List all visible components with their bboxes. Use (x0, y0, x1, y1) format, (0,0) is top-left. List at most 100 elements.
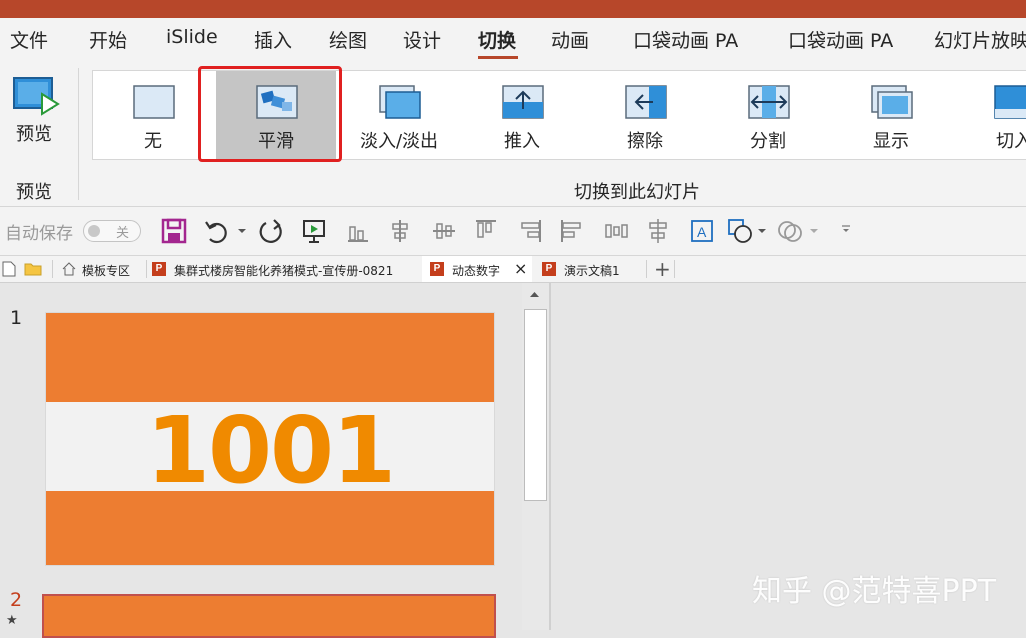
transition-push[interactable]: 推入 (462, 71, 582, 159)
reveal-icon (871, 85, 913, 119)
scroll-up-button[interactable] (524, 285, 545, 305)
home-icon (62, 262, 76, 276)
plus-icon: + (654, 257, 671, 281)
tab-slideshow[interactable]: 幻灯片放映 (934, 26, 1026, 53)
transition-fade[interactable]: 淡入/淡出 (339, 71, 459, 159)
tab-design[interactable]: 设计 (403, 26, 441, 53)
transitions-group-label: 切换到此幻灯片 (574, 182, 700, 203)
wipe-icon (625, 85, 667, 119)
powerpoint-icon: P (152, 262, 166, 276)
watermark: 知乎 @范特喜PPT (752, 574, 997, 609)
chevron-down-icon[interactable] (804, 217, 832, 245)
undo-icon[interactable] (202, 217, 230, 245)
align-top-icon[interactable] (472, 217, 500, 245)
push-icon (502, 85, 544, 119)
chevron-down-icon[interactable] (232, 217, 260, 245)
slide-thumbnail-2[interactable] (42, 594, 496, 638)
toggle-state-label: 关 (116, 226, 130, 241)
tab-separator (646, 260, 647, 278)
transition-label: 无 (144, 131, 162, 152)
tab-label: 模板专区 (82, 264, 131, 278)
preview-group-label: 预览 (16, 182, 52, 203)
tab-label: 集群式楼房智能化养猪模式-宣传册-0821 (174, 264, 394, 278)
transition-split[interactable]: 分割 (708, 71, 828, 159)
tab-pocket-animation-1[interactable]: 口袋动画 PA (633, 26, 738, 53)
document-tabs: 模板专区 P 集群式楼房智能化养猪模式-宣传册-0821 P 动态数字 × P … (0, 256, 1026, 283)
animation-star-icon: ★ (6, 613, 18, 628)
powerpoint-icon: P (542, 262, 556, 276)
ribbon-tabs: 文件 开始 iSlide 插入 绘图 设计 切换 动画 口袋动画 PA 口袋动画… (0, 18, 1026, 62)
preview-button[interactable]: 预览 预览 (0, 62, 78, 206)
scroll-thumb[interactable] (524, 309, 547, 501)
active-tab-indicator (478, 56, 518, 59)
shapes-icon[interactable] (726, 217, 754, 245)
transition-label: 淡入/淡出 (359, 131, 439, 152)
start-slideshow-icon[interactable] (300, 217, 328, 245)
slide-thumbnail-1[interactable]: 1001 (45, 312, 495, 566)
text-box-icon[interactable]: A (688, 217, 716, 245)
new-document-icon[interactable] (2, 261, 16, 277)
autosave-toggle[interactable]: 关 (83, 220, 141, 242)
slide-number: 2 (10, 589, 23, 611)
redo-icon[interactable] (258, 217, 286, 245)
customize-toolbar-icon[interactable] (834, 217, 862, 245)
group-divider (78, 68, 79, 200)
align-bottom-icon[interactable] (344, 217, 372, 245)
tab-label: 演示文稿1 (564, 264, 620, 278)
tab-document-active[interactable]: P 动态数字 × (422, 256, 532, 282)
preview-label: 预览 (16, 124, 52, 145)
tab-islide[interactable]: iSlide (166, 26, 218, 48)
transition-label: 切入 (996, 131, 1026, 152)
tab-label: 动态数字 (452, 264, 501, 278)
tab-separator (146, 260, 147, 278)
align-right-icon[interactable] (516, 217, 544, 245)
distribute-horizontal-icon[interactable] (602, 217, 630, 245)
tab-separator (52, 260, 53, 278)
slide-number-text: 1001 (145, 397, 396, 504)
transition-label: 分割 (750, 131, 786, 152)
tab-draw[interactable]: 绘图 (329, 26, 367, 53)
tab-file[interactable]: 文件 (10, 26, 48, 53)
merge-shapes-icon[interactable] (776, 217, 804, 245)
new-tab-button[interactable]: + (650, 256, 674, 282)
tab-templates[interactable]: 模板专区 (60, 256, 146, 282)
quick-access-toolbar: 自动保存 关 A (0, 207, 1026, 256)
slide-thumbnails-pane: 1 1001 2 ★ (0, 283, 522, 638)
align-middle-icon[interactable] (430, 217, 458, 245)
blank-slide-icon (133, 85, 175, 119)
align-left-icon[interactable] (558, 217, 586, 245)
transition-wipe[interactable]: 擦除 (585, 71, 705, 159)
svg-text:A: A (697, 224, 707, 240)
slide-number: 1 (10, 307, 23, 329)
tab-document[interactable]: P 集群式楼房智能化养猪模式-宣传册-0821 (150, 256, 420, 282)
preview-icon (12, 76, 60, 120)
autosave-label: 自动保存 (5, 224, 73, 244)
split-icon (748, 85, 790, 119)
fade-icon (379, 85, 421, 119)
transition-reveal[interactable]: 显示 (831, 71, 951, 159)
tab-document[interactable]: P 演示文稿1 (536, 256, 646, 282)
ribbon: 预览 预览 无 平滑 淡入/淡出 推入 擦除 分割 显示 切入 切换到此幻灯片 (0, 62, 1026, 207)
thumbnails-scrollbar[interactable] (522, 283, 549, 630)
close-icon[interactable]: × (514, 259, 527, 278)
tab-home[interactable]: 开始 (89, 26, 127, 53)
chevron-up-icon (530, 292, 539, 297)
save-icon[interactable] (160, 217, 188, 245)
tab-separator (674, 260, 675, 278)
tab-pocket-animation-2[interactable]: 口袋动画 PA (788, 26, 893, 53)
distribute-vertical-icon[interactable] (644, 217, 672, 245)
transition-label: 擦除 (627, 131, 663, 152)
transition-label: 推入 (504, 131, 540, 152)
tab-animations[interactable]: 动画 (551, 26, 589, 53)
transition-cut[interactable]: 切入 (954, 71, 1026, 159)
transition-none[interactable]: 无 (93, 71, 213, 159)
tab-insert[interactable]: 插入 (254, 26, 292, 53)
transition-label: 显示 (873, 131, 909, 152)
tab-transitions[interactable]: 切换 (478, 26, 516, 53)
powerpoint-icon: P (430, 262, 444, 276)
selection-highlight-box (198, 66, 342, 162)
folder-icon[interactable] (24, 262, 42, 276)
cut-icon (994, 85, 1026, 119)
toggle-knob (88, 225, 100, 237)
align-center-icon[interactable] (386, 217, 414, 245)
